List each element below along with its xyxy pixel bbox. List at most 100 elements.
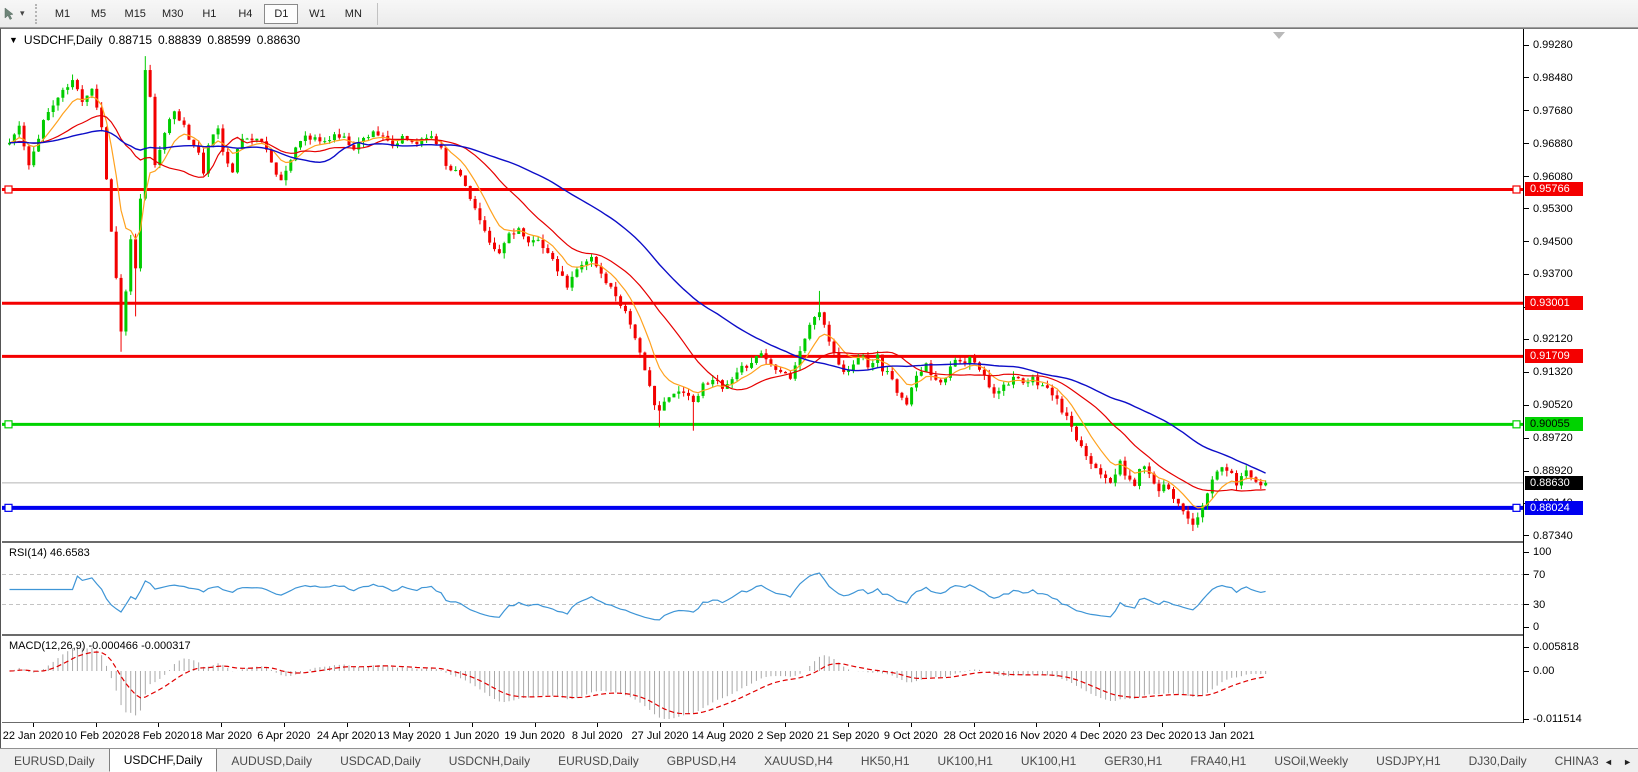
date-axis-label: 1 Jun 2020 (445, 730, 499, 742)
toolbar-separator (377, 3, 378, 25)
timeframe-button-w1[interactable]: W1 (300, 4, 334, 24)
toolbar-grip[interactable] (35, 4, 41, 24)
symbol-tab-usoil-weekly[interactable]: USOil,Weekly (1260, 749, 1362, 772)
macd-axis-max: 0.005818 (1533, 641, 1579, 653)
symbol-tab-uk100-h1[interactable]: UK100,H1 (1007, 749, 1090, 772)
price-axis-label: 0.90520 (1533, 399, 1573, 411)
hline-handle (5, 186, 12, 193)
symbol-tab-fra40-h1[interactable]: FRA40,H1 (1176, 749, 1260, 772)
chart-canvas[interactable] (2, 29, 1523, 723)
date-tick (974, 723, 975, 727)
axis-tick (1524, 274, 1529, 275)
axis-tick (1524, 339, 1529, 340)
price-badge-0.95766: 0.95766 (1525, 182, 1583, 196)
rsi-line (10, 573, 1266, 620)
price-axis[interactable]: 0.992800.984800.976800.968800.960800.953… (1523, 29, 1638, 723)
symbol-tab-usdcad-daily[interactable]: USDCAD,Daily (326, 749, 435, 772)
axis-tick (1524, 574, 1529, 575)
symbol-dropdown-icon[interactable]: ▼ (9, 35, 18, 45)
timeframe-button-m30[interactable]: M30 (155, 4, 190, 24)
symbol-tab-ger30-h1[interactable]: GER30,H1 (1090, 749, 1176, 772)
chart-cursor-icon[interactable] (2, 6, 18, 22)
timeframe-button-m5[interactable]: M5 (82, 4, 116, 24)
date-axis-label: 8 Jul 2020 (572, 730, 623, 742)
symbol-tab-gbpusd-h4[interactable]: GBPUSD,H4 (653, 749, 750, 772)
tab-scroll-arrows: ◄ ► (1598, 750, 1638, 772)
price-axis-label: 0.98480 (1533, 72, 1573, 84)
symbol-tab-audusd-daily[interactable]: AUDUSD,Daily (217, 749, 326, 772)
timeframe-button-m1[interactable]: M1 (46, 4, 80, 24)
hline-handle (1513, 421, 1520, 428)
symbol-tab-usdchf-daily[interactable]: USDCHF,Daily (109, 749, 218, 772)
symbol-tab-usdcnh-daily[interactable]: USDCNH,Daily (435, 749, 544, 772)
date-tick (785, 723, 786, 727)
symbol-tab-usdjpy-h1[interactable]: USDJPY,H1 (1362, 749, 1454, 772)
axis-tick (1524, 604, 1529, 605)
date-tick (911, 723, 912, 727)
macd-axis-zero: 0.00 (1533, 665, 1554, 677)
date-axis-label: 28 Oct 2020 (944, 730, 1004, 742)
hline-handle (5, 504, 12, 511)
chart-shift-marker[interactable] (1273, 32, 1285, 39)
date-tick (472, 723, 473, 727)
symbol-tab-xauusd-h4[interactable]: XAUUSD,H4 (750, 749, 847, 772)
rsi-axis-label: 0 (1533, 621, 1539, 633)
hline-handle (5, 421, 12, 428)
tool-dropdown-arrow[interactable]: ▾ (18, 8, 31, 19)
timeframe-button-mn[interactable]: MN (336, 4, 370, 24)
rsi-label: RSI(14) 46.6583 (9, 547, 90, 559)
date-axis-label: 21 Sep 2020 (817, 730, 879, 742)
chart-window[interactable]: ▼ USDCHF,Daily 0.88715 0.88839 0.88599 0… (0, 28, 1638, 748)
date-tick (660, 723, 661, 727)
timeframe-button-m15[interactable]: M15 (118, 4, 153, 24)
date-tick (848, 723, 849, 727)
symbol-tab-dj30-daily[interactable]: DJ30,Daily (1455, 749, 1541, 772)
symbol-tab-hk50-h1[interactable]: HK50,H1 (847, 749, 924, 772)
date-axis-label: 22 Jan 2020 (3, 730, 64, 742)
tabs-scroll-right-button[interactable]: ► (1623, 757, 1632, 767)
date-tick (723, 723, 724, 727)
symbol-tab-eurusd-daily[interactable]: EURUSD,Daily (0, 749, 109, 772)
price-axis-label: 0.96880 (1533, 138, 1573, 150)
date-tick (284, 723, 285, 727)
axis-tick (1524, 647, 1529, 648)
timeframe-button-h1[interactable]: H1 (192, 4, 226, 24)
macd-label: MACD(12,26,9) -0.000466 -0.000317 (9, 640, 191, 652)
date-tick (33, 723, 34, 727)
timeframe-button-h4[interactable]: H4 (228, 4, 262, 24)
date-tick (1099, 723, 1100, 727)
date-tick (1036, 723, 1037, 727)
axis-tick (1524, 208, 1529, 209)
timeframe-toolbar: M1M5M15M30H1H4D1W1MN (45, 0, 372, 28)
axis-tick (1524, 438, 1529, 439)
price-axis-label: 0.94500 (1533, 236, 1573, 248)
symbol-tab-uk100-h1[interactable]: UK100,H1 (924, 749, 1007, 772)
hline-0.88024[interactable] (2, 504, 1523, 511)
hline-0.95766[interactable] (2, 186, 1523, 193)
date-tick (409, 723, 410, 727)
date-axis-label: 19 Jun 2020 (504, 730, 565, 742)
tabs-scroll-left-button[interactable]: ◄ (1604, 757, 1613, 767)
date-tick (1224, 723, 1225, 727)
rsi-axis-label: 100 (1533, 546, 1551, 558)
symbol-tab-eurusd-daily[interactable]: EURUSD,Daily (544, 749, 653, 772)
date-axis-label: 9 Oct 2020 (884, 730, 938, 742)
date-tick (347, 723, 348, 727)
ohlc-high: 0.88839 (158, 33, 201, 47)
date-axis-label: 13 May 2020 (377, 730, 441, 742)
macd-signal-line (10, 652, 1266, 714)
price-badge-0.93001: 0.93001 (1525, 296, 1583, 310)
date-tick (597, 723, 598, 727)
timeframe-button-d1[interactable]: D1 (264, 4, 298, 24)
date-axis-label: 10 Feb 2020 (65, 730, 127, 742)
macd-histogram (10, 647, 1266, 719)
mt4-application: ▾ M1M5M15M30H1H4D1W1MN ▼ USDCHF,Daily 0.… (0, 0, 1638, 772)
axis-tick (1524, 176, 1529, 177)
chart-symbol-label: USDCHF,Daily (24, 33, 103, 47)
axis-tick (1524, 671, 1529, 672)
hline-0.90055[interactable] (2, 421, 1523, 428)
date-axis[interactable]: 22 Jan 202010 Feb 202028 Feb 202018 Mar … (1, 723, 1638, 749)
date-axis-label: 2 Sep 2020 (757, 730, 813, 742)
date-tick (1162, 723, 1163, 727)
axis-tick (1524, 471, 1529, 472)
